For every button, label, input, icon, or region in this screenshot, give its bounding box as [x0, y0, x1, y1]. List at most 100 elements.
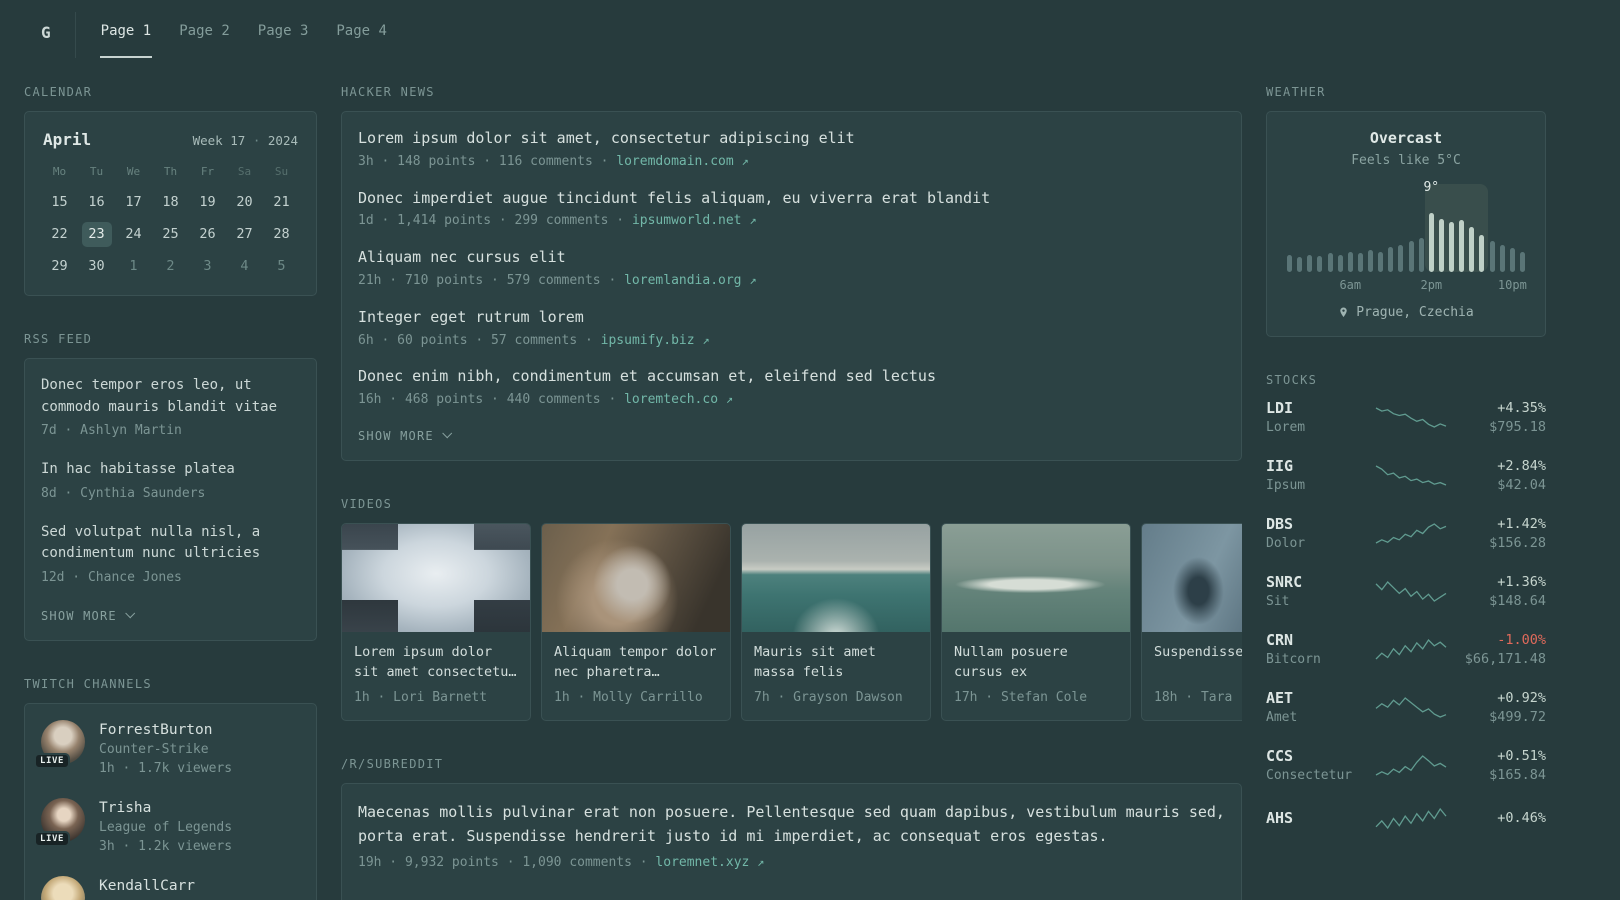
video-title[interactable]: Mauris sit amet massa felis [742, 632, 930, 683]
stock-sparkline [1364, 752, 1458, 778]
twitch-avatar[interactable]: LIVE [34, 797, 85, 847]
video-thumbnail[interactable] [342, 523, 530, 632]
video-title[interactable]: Nullam posuere cursus ex [942, 632, 1130, 683]
stock-sparkline-chart [1375, 407, 1447, 428]
stock-info: SNRC Sit [1266, 573, 1364, 609]
video-thumbnail[interactable] [742, 523, 930, 632]
stock-price: $499.72 [1489, 708, 1546, 725]
rss-item-title[interactable]: In hac habitasse platea [41, 459, 300, 481]
hn-item-domain[interactable]: loremtech.co ↗ [624, 392, 733, 407]
calendar-day-header: Su [274, 165, 289, 178]
stock-name: Lorem [1266, 420, 1306, 435]
hn-item-domain[interactable]: loremlandia.org ↗ [624, 273, 756, 288]
hackernews-card: Lorem ipsum dolor sit amet, consectetur … [341, 111, 1242, 461]
stock-row[interactable]: LDI Lorem +4.35% $795.18 [1266, 399, 1546, 435]
rss-item-title[interactable]: Sed volutpat nulla nisl, a condimentum n… [41, 522, 300, 565]
twitch-channel-info: KendallCarr [99, 876, 195, 894]
nav-tab-page-1[interactable]: Page 1 [99, 12, 153, 58]
twitch-channel-name[interactable]: KendallCarr [99, 876, 195, 894]
external-link-icon: ↗ [702, 332, 710, 347]
stock-row[interactable]: CCS Consectetur +0.51% $165.84 [1266, 747, 1546, 783]
videos-widget-title: VIDEOS [341, 496, 393, 511]
nav-tab-page-4[interactable]: Page 4 [335, 12, 388, 58]
video-title[interactable]: Aliquam tempor dolor nec pharetra… [542, 632, 730, 683]
weather-chart-area: 9° [1287, 180, 1525, 272]
video-thumbnail[interactable] [542, 523, 730, 632]
stock-sparkline-chart [1375, 638, 1447, 660]
hn-item-title[interactable]: Aliquam nec cursus elit [358, 247, 1225, 269]
stock-info: IIG Ipsum [1266, 457, 1364, 493]
stock-price: $148.64 [1489, 592, 1546, 609]
rss-item-title[interactable]: Donec tempor eros leo, ut commodo mauris… [41, 375, 300, 418]
subreddit-post-meta-text: 19h · 9,932 points · 1,090 comments · [358, 854, 648, 870]
calendar-day: 4 [240, 258, 249, 274]
weather-bar [1479, 235, 1485, 272]
hn-show-more-button[interactable]: SHOW MORE [358, 428, 452, 443]
stock-symbol: IIG [1266, 457, 1294, 475]
weather-bar [1398, 245, 1404, 272]
app-logo[interactable]: G [24, 12, 76, 58]
hn-item-title[interactable]: Donec enim nibh, condimentum et accumsan… [358, 366, 1225, 388]
hn-item-title[interactable]: Lorem ipsum dolor sit amet, consectetur … [358, 128, 1225, 150]
calendar-header: April Week 17 · 2024 [41, 128, 300, 149]
twitch-avatar[interactable] [41, 875, 85, 900]
main-grid: CALENDAR April Week 17 · 2024 Mo Tu We Th Fr… [24, 85, 1546, 900]
stock-row[interactable]: CRN Bitcorn -1.00% $66,171.48 [1266, 631, 1546, 667]
external-link-icon: ↗ [725, 392, 734, 407]
weather-bar [1459, 220, 1465, 272]
weather-time-label: 2pm [1420, 278, 1443, 292]
hn-item-domain[interactable]: ipsumworld.net ↗ [632, 213, 757, 228]
video-card: Nullam posuere cursus ex 17h · Stefan Col… [941, 522, 1131, 721]
hn-item-title[interactable]: Integer eget rutrum lorem [358, 307, 1225, 329]
stock-change: +1.42% [1497, 515, 1546, 532]
calendar-days: 15 16 17 18 19 20 21 22 23 24 25 26 27 28 29 30 1 2 3 4 5 [41, 190, 300, 279]
calendar-day-header: Th [163, 165, 178, 178]
stock-symbol: LDI [1266, 399, 1294, 417]
calendar-day: 5 [277, 258, 286, 274]
rss-show-more-button[interactable]: SHOW MORE [41, 608, 135, 623]
nav-tab-page-3[interactable]: Page 3 [257, 12, 310, 58]
stock-change: +2.84% [1497, 457, 1546, 474]
nav-tabs: Page 1 Page 2 Page 3 Page 4 [99, 12, 388, 58]
hn-item-domain[interactable]: ipsumify.biz ↗ [601, 333, 710, 348]
hn-item-meta: 3h · 148 points · 116 comments · loremdo… [358, 153, 749, 169]
stock-sparkline-chart [1375, 697, 1447, 718]
video-title[interactable]: Suspendisse diam [1142, 632, 1242, 683]
stock-price: $165.84 [1489, 766, 1546, 783]
weather-time-label: 6am [1339, 278, 1362, 292]
video-title[interactable]: Lorem ipsum dolor sit amet consectetu… [342, 632, 530, 683]
stock-row[interactable]: IIG Ipsum +2.84% $42.04 [1266, 457, 1546, 493]
hn-item: Donec enim nibh, condimentum et accumsan… [358, 366, 1225, 410]
stock-row[interactable]: DBS Dolor +1.42% $156.28 [1266, 515, 1546, 551]
stock-symbol: AET [1266, 689, 1294, 707]
calendar-week-label: Week 17 [192, 133, 246, 148]
stock-sparkline-chart [1375, 581, 1447, 602]
calendar-day: 25 [162, 226, 179, 242]
stock-row[interactable]: AHS +0.46% [1266, 805, 1546, 831]
stock-name: Ipsum [1266, 478, 1306, 493]
nav-tab-page-2[interactable]: Page 2 [178, 12, 231, 58]
stock-name: Amet [1266, 710, 1298, 725]
hn-item-domain[interactable]: loremdomain.com ↗ [616, 154, 748, 169]
hn-item-title[interactable]: Donec imperdiet augue tincidunt felis al… [358, 188, 1225, 210]
stock-row[interactable]: AET Amet +0.92% $499.72 [1266, 689, 1546, 725]
stock-values: +1.42% $156.28 [1458, 516, 1546, 551]
weather-bar [1418, 238, 1424, 272]
stock-row[interactable]: SNRC Sit +1.36% $148.64 [1266, 573, 1546, 609]
subreddit-post-title[interactable]: Maecenas mollis pulvinar erat non posuer… [358, 800, 1225, 848]
weather-location-label: Prague, Czechia [1356, 305, 1474, 320]
video-thumbnail[interactable] [1142, 523, 1242, 632]
stock-info: LDI Lorem [1266, 399, 1364, 435]
hn-item-meta: 16h · 468 points · 440 comments · loremt… [358, 392, 734, 408]
subreddit-post-domain[interactable]: loremnet.xyz ↗ [655, 855, 764, 870]
stock-symbol: CRN [1266, 631, 1294, 649]
calendar-day: 15 [51, 194, 68, 210]
calendar-day-header: Mo [52, 165, 67, 178]
calendar-month-label: April [43, 130, 92, 149]
video-thumbnail[interactable] [942, 523, 1130, 632]
twitch-avatar[interactable]: LIVE [34, 719, 85, 769]
twitch-channel-name[interactable]: ForrestBurton [99, 720, 232, 738]
stock-sparkline [1364, 578, 1458, 604]
twitch-channel-name[interactable]: Trisha [99, 798, 232, 816]
stock-sparkline [1364, 520, 1458, 546]
